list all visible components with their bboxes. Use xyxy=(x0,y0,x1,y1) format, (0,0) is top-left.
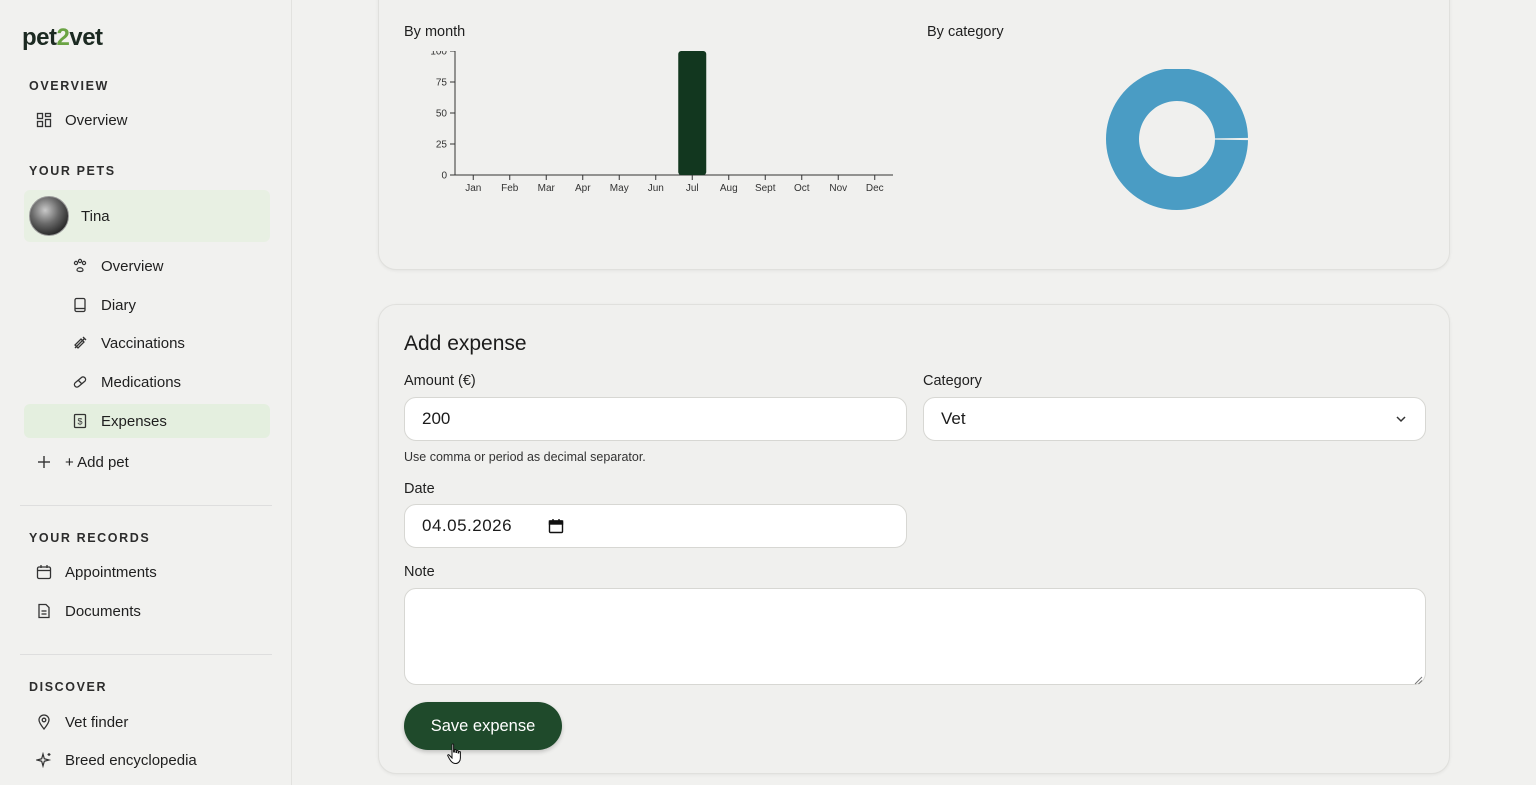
calendar-icon xyxy=(34,562,54,582)
sidebar-item-label: Expenses xyxy=(101,412,167,430)
sidebar-item-vet-finder[interactable]: Vet finder xyxy=(24,705,270,739)
sidebar-item-label: Vaccinations xyxy=(101,334,185,352)
divider xyxy=(20,505,272,506)
sidebar-item-label: Documents xyxy=(65,602,141,620)
add-expense-card: Add expense Amount (€) 200 Use comma or … xyxy=(378,304,1450,774)
x-tick-label: Jun xyxy=(648,183,664,194)
add-pet-label: + Add pet xyxy=(65,453,129,471)
resize-handle-icon[interactable] xyxy=(1413,672,1423,685)
expense-charts-card: By month By category 0 25 50 75 100 Jan Feb Mar… xyxy=(378,0,1450,270)
document-icon xyxy=(34,601,54,621)
x-tick-label: Jan xyxy=(465,183,481,194)
sidebar-item-label: Diary xyxy=(101,296,137,314)
section-label-overview: OVERVIEW xyxy=(29,79,109,93)
date-label: Date xyxy=(404,481,435,497)
sidebar-item-overview[interactable]: Overview xyxy=(24,103,270,137)
date-input[interactable]: 04.05.2026 xyxy=(404,504,907,548)
donut-slice-0[interactable] xyxy=(1105,69,1248,210)
plus-icon xyxy=(34,452,54,472)
form-title: Add expense xyxy=(404,332,527,355)
sidebar-item-diary[interactable]: Diary xyxy=(24,288,270,322)
note-textarea[interactable] xyxy=(404,588,1426,685)
avatar xyxy=(29,196,69,236)
y-tick-label: 100 xyxy=(430,51,447,58)
map-pin-icon xyxy=(34,712,54,732)
by-category-title: By category xyxy=(927,24,1004,40)
y-tick-label: 0 xyxy=(441,171,447,182)
sidebar-item-breed-encyclopedia[interactable]: Breed encyclopedia xyxy=(24,743,270,777)
calendar-picker-icon[interactable] xyxy=(548,518,564,534)
svg-text:$: $ xyxy=(77,417,82,427)
sidebar-item-pet-overview[interactable]: Overview xyxy=(24,249,270,283)
by-month-bar-chart: 0 25 50 75 100 Jan Feb Mar Apr May Jun Jul Aug Sept Oc… xyxy=(430,51,893,194)
sidebar-item-label: Appointments xyxy=(65,563,157,581)
y-tick-label: 50 xyxy=(436,109,448,120)
bar-jul[interactable] xyxy=(678,51,707,175)
save-expense-button[interactable]: Save expense xyxy=(404,702,562,750)
note-label: Note xyxy=(404,564,435,580)
hand-cursor-icon xyxy=(447,743,461,765)
pill-icon xyxy=(70,372,90,392)
sidebar-item-label: Overview xyxy=(101,257,164,275)
date-value: 04.05.2026 xyxy=(422,516,513,535)
x-tick-label: Feb xyxy=(501,183,519,194)
grid-icon xyxy=(34,110,54,130)
by-category-donut-chart xyxy=(1105,69,1248,210)
x-tick-label: May xyxy=(610,183,629,194)
logo[interactable]: pet2vet xyxy=(22,24,103,52)
x-tick-label: Dec xyxy=(866,183,884,194)
sidebar-item-documents[interactable]: Documents xyxy=(24,594,270,628)
category-value: Vet xyxy=(941,409,966,428)
syringe-icon xyxy=(70,333,90,353)
sidebar-item-vaccinations[interactable]: Vaccinations xyxy=(24,326,270,360)
x-tick-label: Nov xyxy=(829,183,847,194)
sparkle-icon xyxy=(34,750,54,770)
x-tick-label: Aug xyxy=(720,183,738,194)
sidebar: pet2vet OVERVIEW Overview YOUR PETS Tina… xyxy=(0,0,292,785)
amount-value: 200 xyxy=(422,409,451,428)
y-tick-label: 75 xyxy=(436,78,448,89)
sidebar-item-label: Vet finder xyxy=(65,713,129,731)
x-tick-label: Sept xyxy=(755,183,776,194)
sidebar-item-label: Breed encyclopedia xyxy=(65,751,197,769)
x-tick-label: Oct xyxy=(794,183,810,194)
pet-name: Tina xyxy=(81,207,110,225)
sidebar-item-label: Medications xyxy=(101,373,182,391)
pet-tina[interactable]: Tina xyxy=(24,190,270,242)
amount-input[interactable]: 200 xyxy=(404,397,907,441)
book-icon xyxy=(70,295,90,315)
amount-hint: Use comma or period as decimal separator… xyxy=(404,450,646,464)
section-label-records: YOUR RECORDS xyxy=(29,531,151,545)
sidebar-item-medications[interactable]: Medications xyxy=(24,365,270,399)
section-label-pets: YOUR PETS xyxy=(29,164,116,178)
y-tick-label: 25 xyxy=(436,140,448,151)
section-label-discover: DISCOVER xyxy=(29,680,108,694)
sidebar-item-label: Overview xyxy=(65,111,128,129)
amount-label: Amount (€) xyxy=(404,373,476,389)
paw-icon xyxy=(70,256,90,276)
x-tick-label: Apr xyxy=(575,183,591,194)
add-pet-button[interactable]: + Add pet xyxy=(24,445,270,479)
category-label: Category xyxy=(923,373,982,389)
x-tick-label: Jul xyxy=(686,183,699,194)
chevron-down-icon xyxy=(1393,411,1409,427)
divider xyxy=(20,654,272,655)
sidebar-item-appointments[interactable]: Appointments xyxy=(24,555,270,589)
receipt-icon: $ xyxy=(70,411,90,431)
category-select[interactable]: Vet xyxy=(923,397,1426,441)
sidebar-item-expenses[interactable]: $ Expenses xyxy=(24,404,270,438)
by-month-title: By month xyxy=(404,24,466,40)
x-tick-label: Mar xyxy=(538,183,556,194)
